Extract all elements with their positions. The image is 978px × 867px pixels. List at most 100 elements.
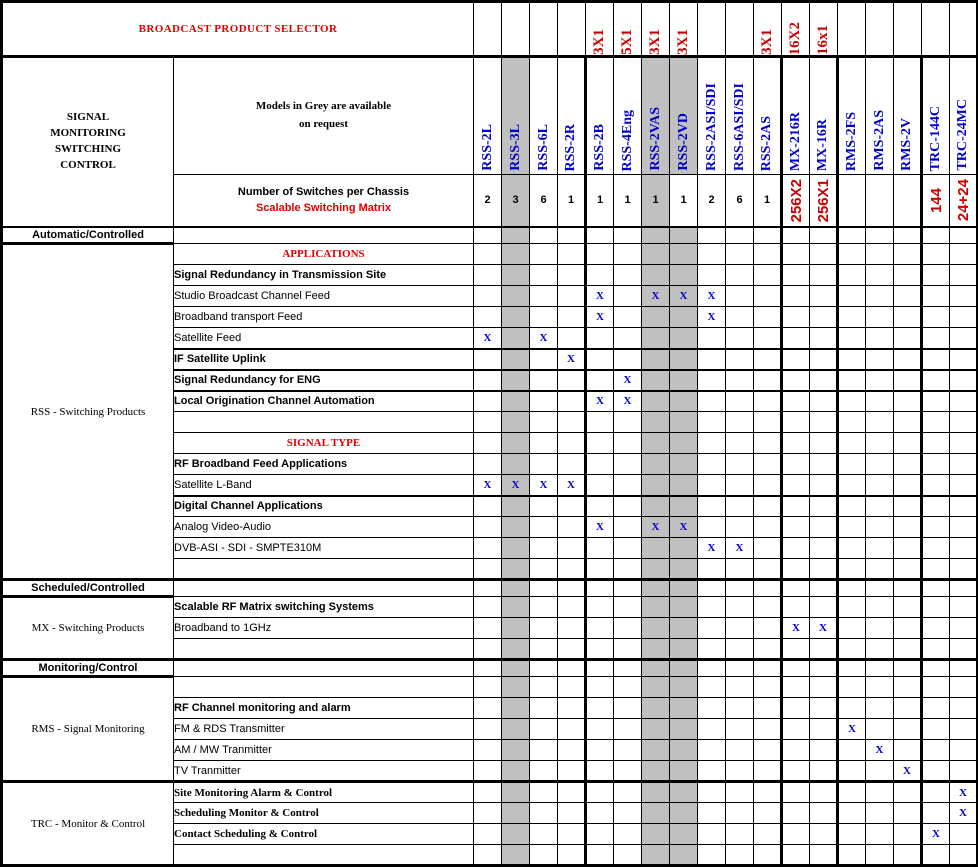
grid-cell [613, 347, 643, 370]
grid-cell [921, 760, 951, 783]
availability-mark: X [707, 311, 716, 323]
switch-count-value: 1 [624, 194, 631, 207]
grid-cell [837, 347, 867, 370]
grid-cell [501, 617, 531, 639]
grid-cell [501, 537, 531, 559]
model-code-label: RMS-2V [899, 118, 915, 171]
grid-cell [641, 537, 671, 559]
row-label: Local Origination Channel Automation [172, 389, 475, 412]
grid-cell [669, 432, 699, 454]
grid-cell [613, 823, 643, 845]
availability-mark: X [623, 395, 632, 408]
grid-cell [529, 558, 559, 581]
mark-cell: X [837, 718, 867, 740]
grid-cell [781, 718, 811, 740]
grid-cell [809, 285, 840, 307]
grid-cell [641, 676, 671, 698]
grid-cell [669, 327, 699, 349]
grid-cell [473, 718, 503, 740]
grid-cell [613, 225, 643, 244]
grid-cell [501, 697, 531, 719]
grid-cell [557, 697, 588, 719]
grid-cell [641, 823, 671, 845]
availability-mark: X [596, 290, 604, 302]
grid-cell [921, 617, 951, 639]
grid-cell [893, 432, 924, 454]
grid-cell [781, 578, 811, 597]
grid-cell [753, 718, 784, 740]
grid-cell [893, 327, 924, 349]
grid-cell [473, 780, 503, 803]
grid-cell [613, 596, 643, 618]
grid-cell [557, 596, 588, 618]
grid-cell [529, 596, 559, 618]
grid-cell [473, 285, 503, 307]
column-top-label: 3X1 [669, 0, 699, 58]
mark-cell: X [921, 823, 951, 845]
grid-cell [725, 453, 755, 475]
model-code-label: RSS-2ASI/SDI [703, 83, 719, 171]
grid-cell [501, 780, 531, 803]
grid-cell [753, 474, 784, 496]
grid-cell [585, 225, 615, 244]
row-label: Broadband to 1GHz [172, 617, 475, 639]
mark-cell: X [697, 537, 727, 559]
availability-mark: X [848, 723, 856, 735]
grid-cell [781, 780, 811, 803]
grid-cell [473, 516, 503, 538]
switch-count-value: 1 [652, 194, 659, 207]
grid-cell [809, 494, 840, 517]
mark-cell: X [669, 516, 699, 538]
switch-count-RSS-2AS: 1 [753, 174, 784, 228]
availability-mark: X [735, 542, 744, 554]
grid-cell [641, 368, 671, 391]
model-code-label: MX-16R [815, 118, 831, 171]
grid-cell [473, 578, 503, 597]
grid-cell [893, 453, 924, 475]
grid-cell [501, 347, 531, 370]
grid-cell [641, 306, 671, 328]
column-top-label: 3X1 [585, 0, 615, 58]
grid-cell [921, 578, 951, 597]
switch-count-RSS-2R: 1 [557, 174, 588, 228]
grid-cell [865, 617, 895, 639]
grid-cell [865, 658, 895, 677]
switch-count-RSS-2B: 1 [585, 174, 615, 228]
grid-cell [921, 453, 951, 475]
grid-cell [669, 638, 699, 661]
model-header-MX-16R: MX-16R [809, 56, 840, 175]
grid-cell [753, 578, 784, 597]
grid-cell [921, 676, 951, 698]
grid-cell [641, 658, 671, 677]
row-label [172, 558, 475, 581]
grid-cell [529, 638, 559, 661]
grid-cell [669, 306, 699, 328]
grid-cell [809, 697, 840, 719]
grid-cell [893, 739, 924, 761]
row-label: RF Broadband Feed Applications [172, 453, 475, 475]
grid-cell [809, 327, 840, 349]
grid-cell [669, 780, 699, 803]
grid-cell [613, 327, 643, 349]
grid-cell [893, 389, 924, 412]
mark-cell: X [473, 327, 503, 349]
switch-count-RMS-2FS [837, 174, 867, 228]
grid-cell [669, 676, 699, 698]
grid-cell [501, 596, 531, 618]
grid-cell [837, 264, 867, 286]
column-top-label [501, 0, 531, 58]
grid-cell [865, 347, 895, 370]
grid-cell [949, 760, 978, 783]
grid-cell [893, 411, 924, 433]
grid-cell [501, 760, 531, 783]
grid-cell [669, 578, 699, 597]
mark-cell: X [557, 347, 588, 370]
grid-cell [613, 780, 643, 803]
grid-cell [809, 306, 840, 328]
model-header-RSS-2ASI/SDI: RSS-2ASI/SDI [697, 56, 727, 175]
grid-cell [557, 285, 588, 307]
grid-cell [501, 676, 531, 698]
grid-cell [949, 617, 978, 639]
model-code-label: TRC-24MC [955, 99, 971, 171]
grid-cell [473, 453, 503, 475]
